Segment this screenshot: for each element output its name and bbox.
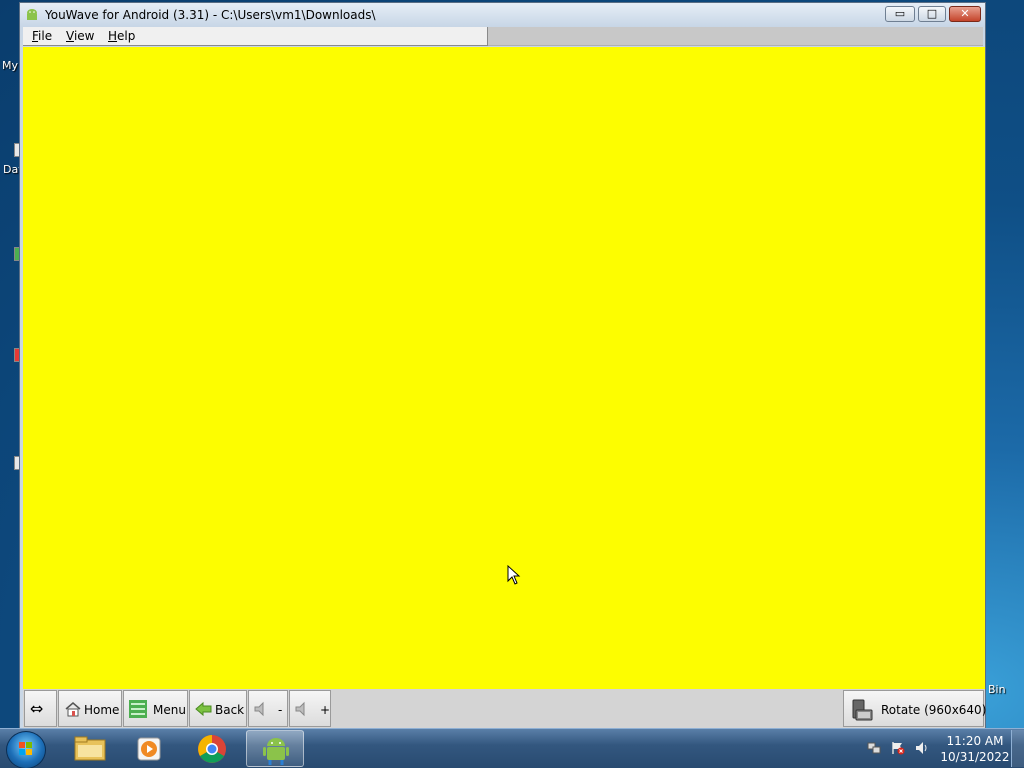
taskbar-media-player[interactable]: [121, 730, 179, 767]
windows-logo-icon: [19, 742, 32, 755]
rotate-button[interactable]: Rotate (960x640): [843, 690, 987, 727]
maximize-icon: □: [926, 7, 938, 20]
emulator-toolbar: ⇔ Home Menu Back - + Rotate (960x640): [23, 689, 987, 728]
menu-view-label: iew: [73, 29, 95, 43]
home-button[interactable]: Home: [58, 690, 122, 727]
back-button[interactable]: Back: [189, 690, 247, 727]
minimize-icon: ▭: [894, 7, 906, 20]
maximize-button[interactable]: □: [918, 6, 946, 22]
taskbar: 11:20 AM 10/31/2022: [0, 728, 1024, 768]
desktop-icon-label[interactable]: My: [2, 59, 18, 72]
start-button[interactable]: [6, 731, 46, 768]
youwave-window: YouWave for Android (3.31) - C:\Users\vm…: [19, 2, 986, 729]
clock-time: 11:20 AM: [946, 734, 1004, 748]
folder-icon: [74, 736, 106, 761]
system-clock[interactable]: 11:20 AM 10/31/2022: [940, 733, 1010, 765]
volume-up-button[interactable]: +: [289, 690, 331, 727]
taskbar-explorer[interactable]: [61, 730, 119, 767]
home-label: Home: [84, 703, 120, 717]
show-desktop-button[interactable]: [1011, 730, 1024, 767]
menu-view[interactable]: View: [66, 29, 94, 43]
android-screen[interactable]: [23, 47, 985, 689]
media-player-icon: [137, 737, 161, 761]
menu-bar-filler: [488, 27, 983, 46]
menu-help[interactable]: Help: [108, 29, 135, 43]
resize-button[interactable]: ⇔: [24, 690, 57, 727]
resize-arrows-icon: ⇔: [30, 699, 44, 718]
menu-button[interactable]: Menu: [123, 690, 188, 727]
menu-bar: File View Help: [23, 27, 488, 46]
menu-file-label: ile: [38, 29, 53, 43]
volume-up-label: +: [320, 703, 331, 717]
rotate-device-icon: [852, 699, 873, 721]
window-title: YouWave for Android (3.31) - C:\Users\vm…: [45, 8, 376, 22]
close-button[interactable]: ✕: [949, 6, 981, 22]
taskbar-chrome[interactable]: [183, 730, 241, 767]
speaker-icon: [295, 701, 305, 717]
network-icon[interactable]: [867, 741, 881, 755]
chrome-icon: [198, 735, 226, 763]
home-icon: [65, 702, 81, 717]
menu-file[interactable]: File: [32, 29, 52, 43]
android-icon: [263, 738, 289, 765]
menu-label: Menu: [153, 703, 186, 717]
volume-down-label: -: [278, 703, 283, 717]
close-icon: ✕: [960, 7, 970, 20]
clock-date: 10/31/2022: [940, 750, 1010, 764]
rotate-label: Rotate (960x640): [881, 703, 987, 717]
mouse-cursor-icon: [507, 565, 521, 585]
action-center-icon[interactable]: [891, 741, 905, 755]
title-bar[interactable]: YouWave for Android (3.31) - C:\Users\vm…: [20, 3, 985, 27]
recycle-bin-label[interactable]: Bin: [988, 683, 1006, 696]
volume-down-button[interactable]: -: [248, 690, 288, 727]
menu-help-accel: H: [108, 29, 118, 43]
menu-help-label: elp: [117, 29, 136, 43]
android-icon: [27, 9, 37, 20]
minimize-button[interactable]: ▭: [885, 6, 915, 22]
menu-view-accel: V: [66, 29, 74, 43]
menu-icon: [129, 700, 147, 718]
back-arrow-icon: [195, 701, 212, 717]
back-label: Back: [215, 703, 245, 717]
speaker-icon: [254, 701, 264, 717]
volume-icon[interactable]: [915, 741, 929, 755]
taskbar-youwave[interactable]: [246, 730, 304, 767]
